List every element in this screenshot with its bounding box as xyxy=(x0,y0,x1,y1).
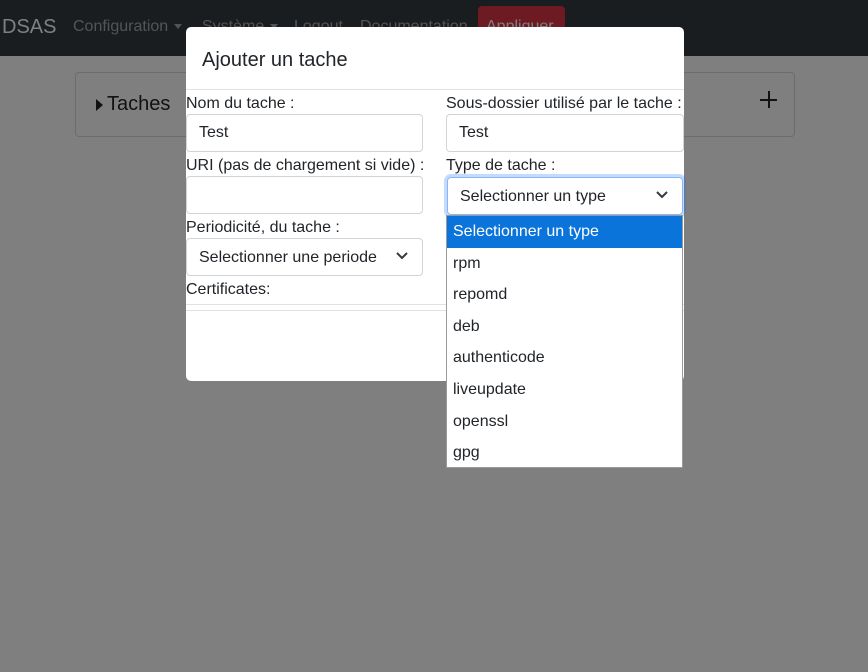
option-gpg[interactable]: gpg xyxy=(447,437,682,469)
option-select-type[interactable]: Selectionner un type xyxy=(447,216,682,248)
option-repomd[interactable]: repomd xyxy=(447,279,682,311)
task-type-value: Selectionner un type xyxy=(460,188,606,205)
task-name-input[interactable]: Test xyxy=(186,114,423,152)
option-deb[interactable]: deb xyxy=(447,311,682,343)
period-value: Selectionner une periode xyxy=(199,249,377,266)
uri-label: URI (pas de chargement si vide) : xyxy=(186,157,425,174)
modal-header: Ajouter un tache xyxy=(186,27,684,90)
task-type-label: Type de tache : xyxy=(446,157,556,174)
task-type-select[interactable]: Selectionner un type xyxy=(447,177,683,215)
uri-input[interactable] xyxy=(186,176,423,214)
certificates-label: Certificates: xyxy=(186,281,271,298)
option-authenticode[interactable]: authenticode xyxy=(447,342,682,374)
option-openssl[interactable]: openssl xyxy=(447,406,682,438)
period-label: Periodicité, du tache : xyxy=(186,219,340,236)
chevron-down-icon xyxy=(656,191,668,199)
task-type-dropdown: Selectionner un type rpm repomd deb auth… xyxy=(446,215,683,468)
task-name-label: Nom du tache : xyxy=(186,95,295,112)
period-select[interactable]: Selectionner une periode xyxy=(186,238,423,276)
subfolder-label: Sous-dossier utilisé par le tache : xyxy=(446,95,682,112)
subfolder-input[interactable]: Test xyxy=(446,114,684,152)
chevron-down-icon xyxy=(396,252,408,260)
option-liveupdate[interactable]: liveupdate xyxy=(447,374,682,406)
option-rpm[interactable]: rpm xyxy=(447,248,682,280)
modal-title: Ajouter un tache xyxy=(202,49,348,71)
